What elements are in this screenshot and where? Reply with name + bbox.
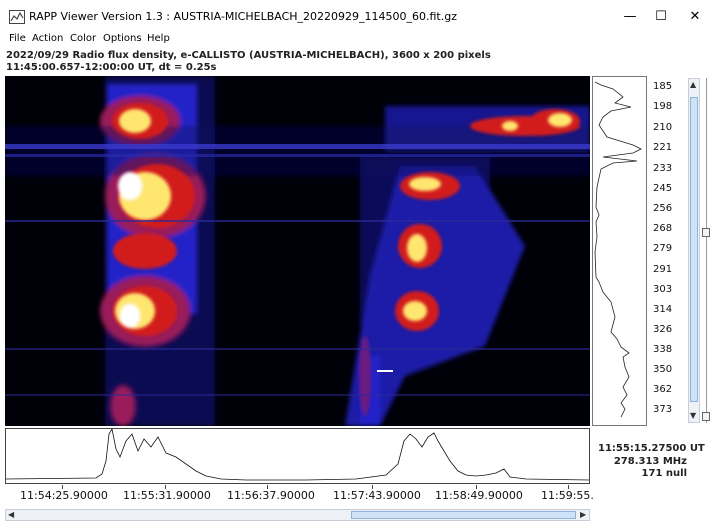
time-label-2: 11:56:37.90000 [227,489,315,502]
horizontal-scrollbar[interactable]: ◀ ▶ [5,509,590,521]
vertical-scrollbar[interactable]: ▲ ▼ [688,78,700,423]
freq-label-2: 210 [653,122,673,133]
freq-label-13: 338 [653,344,673,355]
frequency-profile [592,76,647,426]
scroll-up-icon[interactable]: ▲ [690,80,696,89]
maximize-button[interactable]: ☐ [644,0,678,33]
light-curve [5,428,590,484]
menu-action[interactable]: Action [32,33,63,44]
scroll-down-icon[interactable]: ▼ [690,411,696,420]
freq-label-9: 291 [653,264,673,275]
scroll-left-icon[interactable]: ◀ [8,510,14,519]
data-description: 2022/09/29 Radio flux density, e-CALLIST… [6,50,491,61]
scroll-right-icon[interactable]: ▶ [580,510,586,519]
freq-label-14: 350 [653,364,673,375]
time-label-0: 11:54:25.90000 [20,489,108,502]
freq-label-10: 303 [653,284,673,295]
color-slider-upper-knob[interactable] [702,228,710,237]
time-label-4: 11:58:49.90000 [435,489,523,502]
freq-label-3: 221 [653,142,673,153]
cursor-time: 11:55:15.27500 UT [598,443,705,454]
minimize-button[interactable]: — [613,0,647,33]
freq-label-15: 362 [653,384,673,395]
close-button[interactable]: ✕ [678,0,712,33]
horizontal-scroll-thumb[interactable] [351,511,576,519]
app-icon [9,10,25,24]
vertical-scroll-thumb[interactable] [690,97,698,402]
cursor-frequency: 278.313 MHz [613,456,687,467]
color-slider-track [706,78,707,423]
close-icon: ✕ [689,9,701,24]
cursor-value: 171 null [641,468,687,479]
freq-label-0: 185 [653,81,673,92]
menu-file[interactable]: File [9,33,26,44]
freq-label-11: 314 [653,304,673,315]
minimize-icon: — [623,9,637,24]
freq-label-7: 268 [653,223,673,234]
freq-label-8: 279 [653,243,673,254]
menu-options[interactable]: Options [103,33,142,44]
time-label-1: 11:55:31.90000 [123,489,211,502]
freq-label-1: 198 [653,101,673,112]
menu-help[interactable]: Help [147,33,170,44]
time-label-3: 11:57:43.90000 [333,489,421,502]
time-range: 11:45:00.657-12:00:00 UT, dt = 0.25s [6,62,217,73]
spectrogram[interactable] [5,76,590,426]
menu-color[interactable]: Color [70,33,96,44]
color-slider-lower-knob[interactable] [702,412,710,421]
window-title: RAPP Viewer Version 1.3 : AUSTRIA-MICHEL… [29,10,457,23]
freq-label-12: 326 [653,324,673,335]
freq-label-5: 245 [653,183,673,194]
freq-label-6: 256 [653,203,673,214]
title-bar: RAPP Viewer Version 1.3 : AUSTRIA-MICHEL… [0,0,720,33]
maximize-icon: ☐ [655,9,667,24]
freq-label-4: 233 [653,163,673,174]
menu-bar: File Action Color Options Help [0,33,720,48]
time-label-5: 11:59:55. [541,489,594,502]
freq-label-16: 373 [653,404,673,415]
